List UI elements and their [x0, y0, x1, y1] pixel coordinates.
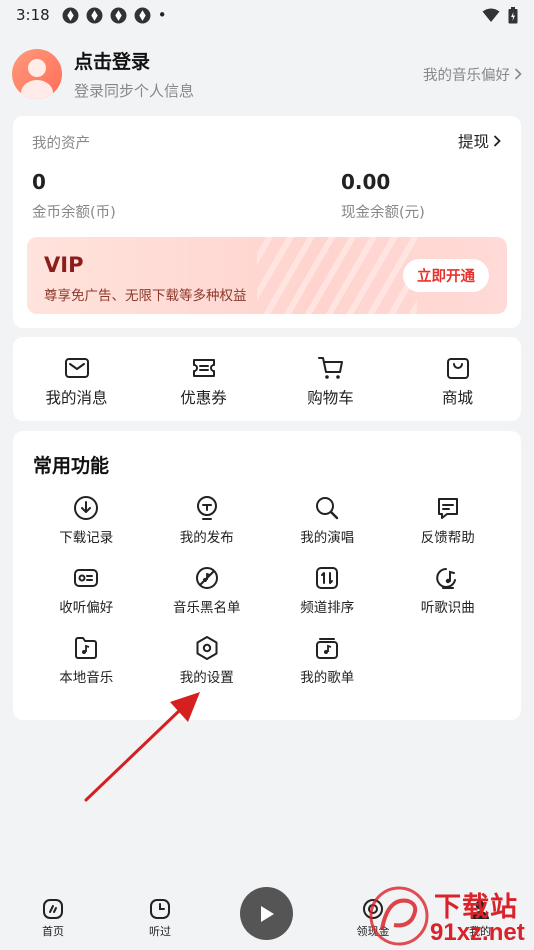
feedback-icon	[437, 498, 458, 519]
microphone-search-icon	[316, 497, 339, 520]
settings-hexagon-icon	[196, 636, 218, 660]
music-recognition-icon	[435, 568, 456, 589]
function-label: 反馈帮助	[420, 530, 475, 546]
quick-item-label: 我的消息	[45, 389, 108, 407]
function-my-settings[interactable]: 我的设置	[147, 635, 268, 686]
notification-dot: •	[157, 6, 167, 24]
function-feedback-help[interactable]: 反馈帮助	[388, 495, 509, 546]
function-channel-sort[interactable]: 频道排序	[267, 565, 388, 616]
local-music-icon	[75, 637, 98, 659]
tab-listened[interactable]: 听过	[130, 898, 190, 939]
function-my-playlists[interactable]: 我的歌单	[267, 635, 388, 686]
function-label: 我的发布	[179, 530, 234, 546]
quick-item-messages[interactable]: 我的消息	[13, 337, 140, 421]
quick-item-cart[interactable]: 购物车	[267, 337, 394, 421]
vip-subtitle: 尊享免广告、无限下载等多种权益	[44, 288, 247, 304]
app-icon	[134, 7, 151, 23]
function-download-records[interactable]: 下载记录	[26, 495, 147, 546]
coin-balance-label: 金币余额(币)	[32, 205, 116, 221]
publish-icon	[196, 496, 217, 520]
functions-grid: 下载记录 我的发布 我的演唱 反馈帮助 收听偏好 音乐黑名单 频道排序 听歌识曲…	[26, 495, 508, 686]
function-label: 音乐黑名单	[173, 600, 241, 616]
function-music-blacklist[interactable]: 音乐黑名单	[147, 565, 268, 616]
app-icon	[62, 7, 79, 23]
function-label: 收听偏好	[59, 600, 114, 616]
quick-item-mall[interactable]: 商城	[394, 337, 521, 421]
withdraw-label: 提现	[457, 133, 489, 151]
avatar[interactable]	[12, 49, 62, 99]
quick-item-label: 优惠券	[180, 389, 227, 407]
quick-item-label: 商城	[441, 389, 473, 407]
home-icon	[43, 899, 63, 919]
app-icon	[86, 7, 103, 23]
vip-activate-button[interactable]: 立即开通	[403, 259, 489, 292]
chevron-right-icon	[514, 68, 522, 80]
watermark-url: 91xz.net	[430, 919, 525, 946]
play-button[interactable]	[240, 887, 293, 940]
shopping-bag-icon	[446, 358, 469, 379]
function-label: 我的演唱	[300, 530, 355, 546]
profile-header[interactable]: 点击登录 登录同步个人信息 我的音乐偏好	[12, 44, 522, 104]
coin-balance-value[interactable]: 0	[32, 170, 46, 194]
assets-card: 我的资产 提现 0 金币余额(币) 0.00 现金余额(元) VIP 尊享免广告…	[13, 116, 521, 328]
tab-home[interactable]: 首页	[23, 898, 83, 939]
function-label: 频道排序	[300, 600, 355, 616]
music-preference-label: 我的音乐偏好	[423, 67, 510, 84]
tab-label: 首页	[42, 925, 64, 938]
function-label: 我的歌单	[300, 670, 355, 686]
status-time: 3:18	[16, 6, 50, 24]
quick-item-label: 购物车	[307, 389, 354, 407]
function-label: 我的设置	[179, 670, 234, 686]
chevron-right-icon	[493, 135, 501, 147]
function-label: 下载记录	[59, 530, 114, 546]
cash-balance-value[interactable]: 0.00	[341, 170, 390, 194]
tab-label: 听过	[149, 925, 171, 938]
coupon-icon	[192, 359, 215, 377]
clock-icon	[150, 899, 170, 919]
login-title[interactable]: 点击登录	[74, 47, 194, 74]
function-my-singing[interactable]: 我的演唱	[267, 495, 388, 546]
preference-card-icon	[74, 569, 99, 587]
watermark: 下载站 91xz.net	[368, 883, 534, 950]
common-functions-card: 常用功能 下载记录 我的发布 我的演唱 反馈帮助 收听偏好 音乐黑名单 频道排序	[13, 431, 521, 720]
function-my-posts[interactable]: 我的发布	[147, 495, 268, 546]
function-label: 听歌识曲	[420, 600, 475, 616]
section-title: 常用功能	[33, 455, 110, 477]
cash-balance-label: 现金余额(元)	[341, 205, 425, 221]
battery-icon	[508, 6, 518, 23]
music-preference-link[interactable]: 我的音乐偏好	[423, 64, 522, 85]
vip-banner[interactable]: VIP 尊享免广告、无限下载等多种权益 立即开通	[27, 237, 507, 314]
function-listening-preference[interactable]: 收听偏好	[26, 565, 147, 616]
sort-icon	[316, 567, 339, 589]
function-local-music[interactable]: 本地音乐	[26, 635, 147, 686]
playlist-icon	[316, 638, 339, 659]
function-song-recognition[interactable]: 听歌识曲	[388, 565, 509, 616]
quick-item-coupons[interactable]: 优惠券	[140, 337, 267, 421]
play-icon	[260, 905, 274, 922]
assets-header: 我的资产	[32, 136, 90, 152]
function-label: 本地音乐	[59, 670, 114, 686]
cart-icon	[317, 357, 343, 379]
download-icon	[74, 496, 99, 520]
login-subtitle: 登录同步个人信息	[74, 82, 195, 100]
mail-icon	[64, 358, 89, 378]
block-icon	[195, 567, 218, 589]
vip-title: VIP	[44, 253, 84, 277]
wifi-icon	[482, 8, 500, 22]
status-bar: 3:18 •	[0, 0, 534, 30]
app-icon	[110, 7, 127, 23]
watermark-logo-icon	[369, 886, 429, 946]
withdraw-button[interactable]: 提现	[458, 130, 501, 152]
notification-icons: •	[62, 6, 167, 24]
quick-actions: 我的消息 优惠券 购物车 商城	[13, 337, 521, 421]
